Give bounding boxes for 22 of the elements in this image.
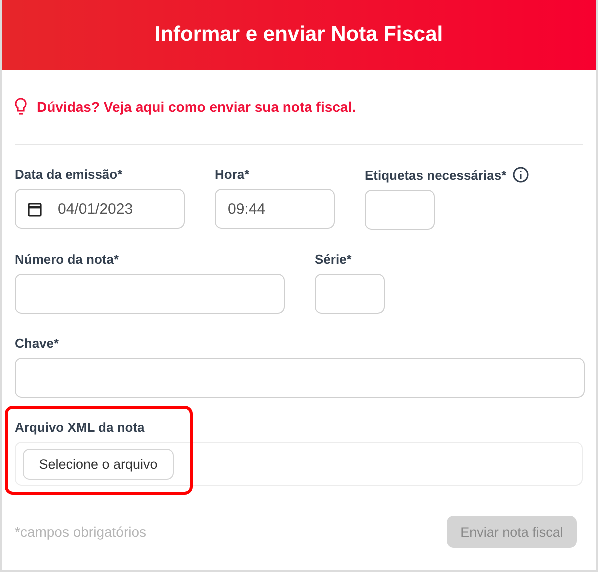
- field-label: Hora*: [215, 167, 250, 182]
- field-label: Data da emissão*: [15, 167, 123, 182]
- field-label: Etiquetas necessárias*: [365, 168, 507, 182]
- date-field[interactable]: 04/01/2023: [15, 189, 185, 229]
- input-field[interactable]: [365, 190, 435, 230]
- info-icon[interactable]: [512, 167, 529, 183]
- select-file-button[interactable]: Selecione o arquivo: [23, 448, 174, 480]
- field-label: Arquivo XML da nota: [15, 420, 146, 435]
- field-label: Número da nota*: [15, 252, 120, 267]
- field-value: 09:44: [228, 200, 266, 218]
- field-label: Chave*: [15, 336, 60, 351]
- required-note: *campos obrigatórios: [15, 524, 147, 540]
- field-label: Série*: [315, 252, 352, 267]
- input-field[interactable]: [15, 358, 585, 398]
- input-field[interactable]: [315, 274, 385, 314]
- calendar-icon: [28, 202, 42, 216]
- field-value: 04/01/2023: [58, 200, 134, 218]
- lightbulb-icon: [15, 98, 27, 116]
- input-field[interactable]: [15, 274, 285, 314]
- help-link[interactable]: Dúvidas? Veja aqui como enviar sua nota fiscal.: [37, 99, 356, 115]
- page-title: Informar e enviar Nota Fiscal: [154, 23, 444, 47]
- input-field[interactable]: 09:44: [215, 189, 335, 229]
